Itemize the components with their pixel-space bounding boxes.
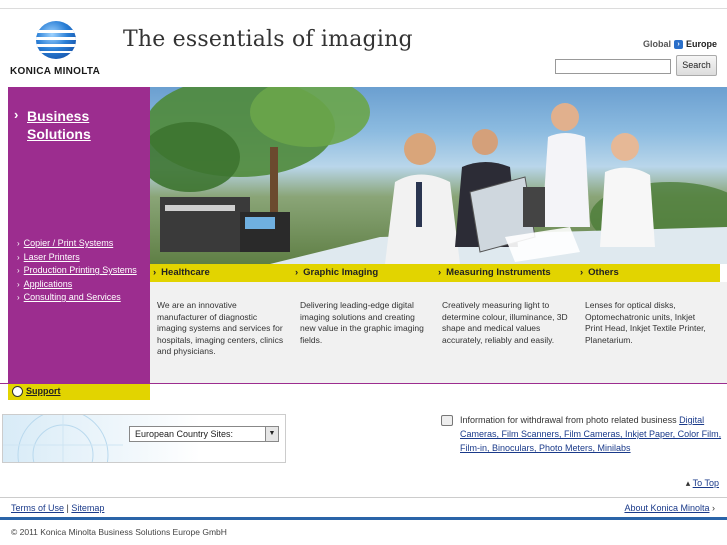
to-top-link[interactable]: To Top [693,478,719,488]
category-description: Creatively measuring light to determine … [442,300,568,345]
search-button[interactable]: Search [676,55,717,76]
chevron-right-icon: › [17,279,20,289]
terms-of-use-link[interactable]: Terms of Use [11,503,64,513]
chevron-right-icon: › [709,503,715,513]
category-graphic-imaging[interactable]: › Graphic Imaging [295,267,378,278]
hero-image [150,87,727,264]
footer-links: Terms of Use | Sitemap [11,503,104,513]
divider [0,497,727,498]
category-others[interactable]: › Others [580,267,619,278]
globe-logo-icon [36,21,76,59]
copyright: © 2011 Konica Minolta Business Solutions… [11,527,227,537]
chevron-right-icon: › [295,267,299,278]
page: KONICA MINOLTA The essentials of imaging… [0,0,727,545]
category-bar: › Healthcare › Graphic Imaging › Measuring … [150,264,720,282]
chevron-right-icon: › [580,267,584,278]
chevron-right-icon: › [17,252,20,262]
sidebar-link-consulting[interactable]: Consulting and Services [24,292,121,302]
sidebar-link-applications[interactable]: Applications [24,279,73,289]
header: KONICA MINOLTA The essentials of imaging… [0,8,727,86]
about-link[interactable]: About Konica Minolta [624,503,709,513]
notice-intro: Information for withdrawal from photo re… [460,415,677,425]
sidebar-item: › Applications [17,278,137,292]
chevron-right-icon: › [14,107,19,122]
divider [0,383,727,384]
withdrawal-notice: Information for withdrawal from photo re… [460,413,726,455]
sidebar: › Business Solutions › Copier / Print Sys… [8,87,150,383]
brand-name: KONICA MINOLTA [10,66,101,77]
sidebar-link-production-printing[interactable]: Production Printing Systems [24,265,137,275]
footer-bar [0,517,727,520]
chevron-right-icon: › [438,267,442,278]
support-bar[interactable]: Support [8,383,150,400]
sidebar-link-laser-printers[interactable]: Laser Printers [24,252,80,262]
chevron-down-icon: ▼ [265,427,278,441]
chevron-right-icon: › [17,266,20,275]
business-solutions-link[interactable]: Business Solutions [16,107,126,143]
about-konica-minolta[interactable]: About Konica Minolta › [624,503,715,513]
sidebar-title: › Business Solutions [14,107,126,143]
sidebar-item: › Consulting and Services [17,291,137,305]
sidebar-item: › Copier / Print Systems [17,237,137,251]
lifebuoy-icon [12,386,23,397]
category-description: Delivering leading-edge digital imaging … [300,300,424,345]
category-description: Lenses for optical disks, Optomechatroni… [585,300,706,345]
region-global-link[interactable]: Global [643,39,671,49]
to-top[interactable]: ▴ To Top [686,478,719,489]
category-description: We are an innovative manufacturer of dia… [157,300,284,356]
sidebar-links: › Copier / Print Systems › Laser Printers … [17,237,137,305]
chevron-right-icon: › [17,239,20,248]
sidebar-item: › Production Printing Systems [17,264,137,278]
sidebar-link-copier[interactable]: Copier / Print Systems [24,238,114,248]
sidebar-item: › Laser Printers [17,251,137,265]
category-measuring-instruments[interactable]: › Measuring Instruments [438,267,551,278]
footer-separator: | [66,503,69,513]
country-sites-box: European Country Sites: ▼ [2,414,286,463]
region-selector[interactable]: Global › Europe [643,39,717,50]
chevron-right-icon: › [153,267,157,278]
region-current: Europe [685,39,717,49]
hero-illustration [150,87,727,264]
chevron-right-icon: › [17,293,20,302]
sitemap-link[interactable]: Sitemap [71,503,104,513]
category-healthcare[interactable]: › Healthcare [153,267,210,278]
country-select[interactable]: European Country Sites: ▼ [129,426,279,442]
search-input[interactable] [555,59,671,74]
category-descriptions: We are an innovative manufacturer of dia… [150,282,727,383]
camera-icon [441,415,453,426]
arrow-right-icon: › [673,40,683,50]
globe-decoration-icon [3,415,123,462]
tagline: The essentials of imaging [123,27,413,52]
konica-minolta-logo[interactable]: KONICA MINOLTA [8,19,108,81]
support-link[interactable]: Support [26,386,61,396]
caret-up-icon: ▴ [685,478,693,488]
